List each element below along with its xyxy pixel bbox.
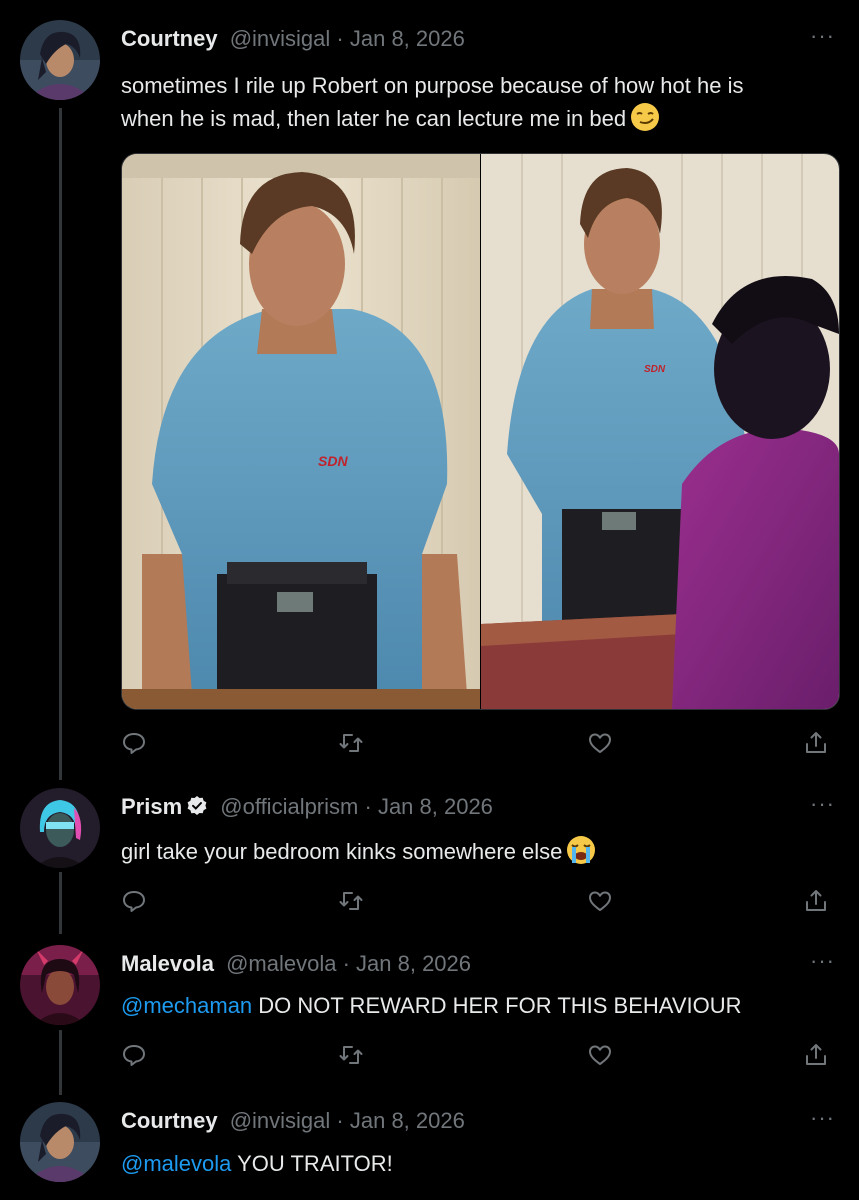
smirking-face-emoji <box>630 102 660 141</box>
avatar[interactable] <box>20 1102 100 1182</box>
tweet-header: Courtney @invisigal · Jan 8, 2026 <box>121 25 465 53</box>
like-icon <box>589 891 611 911</box>
avatar[interactable] <box>20 20 100 100</box>
share-icon <box>806 732 826 753</box>
loudly-crying-face-emoji <box>566 835 596 874</box>
reply-button[interactable] <box>121 888 151 918</box>
retweet-button[interactable] <box>338 1042 368 1072</box>
verified-badge-icon <box>186 795 208 824</box>
timestamp[interactable]: Jan 8, 2026 <box>350 1108 465 1133</box>
retweet-icon <box>339 734 363 752</box>
like-button[interactable] <box>587 1042 617 1072</box>
retweet-button[interactable] <box>338 730 368 760</box>
tweet-text-content: YOU TRAITOR! <box>231 1151 393 1176</box>
share-icon <box>806 1044 826 1065</box>
more-options-button[interactable]: ··· <box>810 793 835 815</box>
like-button[interactable] <box>587 888 617 918</box>
tweet-text: @mechaman DO NOT REWARD HER FOR THIS BEH… <box>121 990 835 1022</box>
tweet-text-line2: when he is mad, then later he can lectur… <box>121 106 627 131</box>
tweet-text-line: when he is mad, then later he can lectur… <box>121 102 835 141</box>
reply-icon <box>123 891 145 912</box>
user-handle[interactable]: @officialprism <box>220 794 358 819</box>
tweet-courtney-1[interactable]: Courtney @invisigal · Jan 8, 2026 ··· so… <box>0 0 859 790</box>
display-name[interactable]: Courtney <box>121 1108 218 1133</box>
tweet-text: @malevola YOU TRAITOR! <box>121 1148 835 1180</box>
tweet-malevola[interactable]: Malevola @malevola · Jan 8, 2026 ··· @me… <box>0 925 859 1085</box>
separator-dot: · <box>336 1108 344 1133</box>
tweet-text: sometimes I rile up Robert on purpose be… <box>121 70 835 141</box>
svg-text:SDN: SDN <box>644 364 666 375</box>
like-icon <box>589 1045 611 1065</box>
more-options-button[interactable]: ··· <box>810 950 835 972</box>
tweet-header: Courtney @invisigal · Jan 8, 2026 <box>121 1107 465 1135</box>
display-name[interactable]: Prism <box>121 794 182 819</box>
svg-text:SDN: SDN <box>318 453 348 469</box>
tweet-courtney-2[interactable]: Courtney @invisigal · Jan 8, 2026 ··· @m… <box>0 1082 859 1200</box>
user-handle[interactable]: @invisigal <box>230 26 331 51</box>
mention-link[interactable]: @mechaman <box>121 993 252 1018</box>
share-icon <box>806 890 826 911</box>
tweet-text-content: girl take your bedroom kinks somewhere e… <box>121 839 563 864</box>
tweet-prism[interactable]: Prism @officialprism · Jan 8, 2026 ··· g… <box>0 768 859 928</box>
timestamp[interactable]: Jan 8, 2026 <box>350 26 465 51</box>
like-icon <box>589 733 611 753</box>
tweet-header: Prism @officialprism · Jan 8, 2026 <box>121 793 493 824</box>
retweet-icon <box>339 1046 363 1064</box>
tweet-actions <box>121 730 833 760</box>
display-name[interactable]: Malevola <box>121 951 214 976</box>
timestamp[interactable]: Jan 8, 2026 <box>356 951 471 976</box>
share-button[interactable] <box>803 1042 833 1072</box>
mention-link[interactable]: @malevola <box>121 1151 231 1176</box>
tweet-actions <box>121 1042 833 1072</box>
share-button[interactable] <box>803 888 833 918</box>
separator-dot: · <box>342 951 350 976</box>
reply-button[interactable] <box>121 730 151 760</box>
reply-icon <box>123 733 145 754</box>
tweet-header: Malevola @malevola · Jan 8, 2026 <box>121 950 471 978</box>
user-handle[interactable]: @malevola <box>226 951 336 976</box>
share-button[interactable] <box>803 730 833 760</box>
separator-dot: · <box>364 794 372 819</box>
tweet-actions <box>121 888 833 918</box>
like-button[interactable] <box>587 730 617 760</box>
avatar[interactable] <box>20 788 100 868</box>
tweet-text-content: DO NOT REWARD HER FOR THIS BEHAVIOUR <box>252 993 742 1018</box>
timestamp[interactable]: Jan 8, 2026 <box>378 794 493 819</box>
tweet-image[interactable]: SDN SDN <box>121 153 840 710</box>
reply-icon <box>123 1045 145 1066</box>
reply-button[interactable] <box>121 1042 151 1072</box>
retweet-button[interactable] <box>338 888 368 918</box>
tweet-text: girl take your bedroom kinks somewhere e… <box>121 835 835 874</box>
retweet-icon <box>339 892 363 910</box>
tweet-text-line: sometimes I rile up Robert on purpose be… <box>121 73 744 98</box>
more-options-button[interactable]: ··· <box>810 25 835 47</box>
user-handle[interactable]: @invisigal <box>230 1108 331 1133</box>
separator-dot: · <box>336 26 344 51</box>
more-options-button[interactable]: ··· <box>810 1107 835 1129</box>
display-name[interactable]: Courtney <box>121 26 218 51</box>
avatar[interactable] <box>20 945 100 1025</box>
